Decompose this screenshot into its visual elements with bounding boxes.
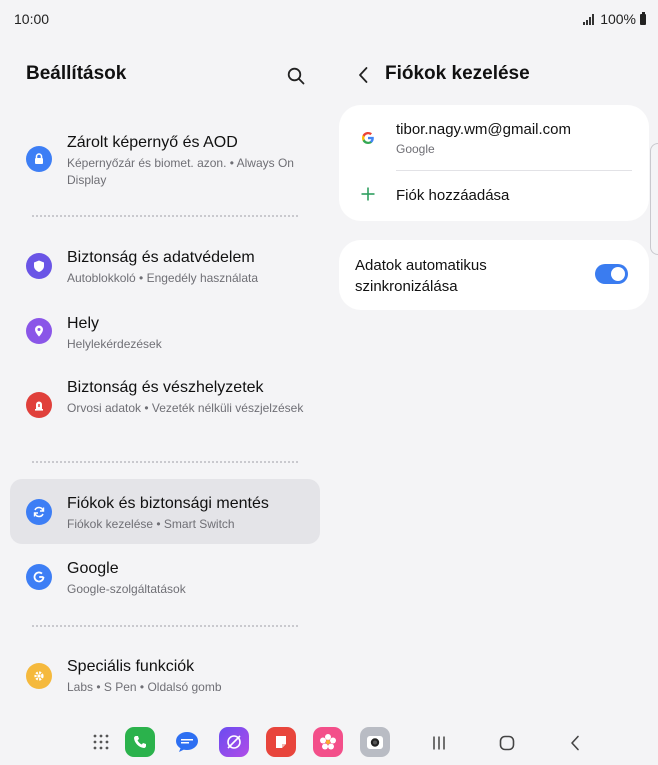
- battery-percent: 100%: [600, 11, 636, 27]
- apps-grid-button[interactable]: [86, 727, 116, 757]
- edge-panel-handle[interactable]: [650, 143, 658, 255]
- apps-grid-icon: [93, 734, 109, 750]
- settings-item-subtitle: Helylekérdezések: [67, 337, 162, 351]
- settings-item-subtitle: Orvosi adatok • Vezeték nélküli vészjelz…: [67, 401, 304, 415]
- settings-title: Beállítások: [26, 63, 127, 84]
- location-pin-icon: [26, 318, 52, 344]
- auto-sync-label: Adatok automatikus szinkronizálása: [355, 257, 487, 295]
- back-button[interactable]: [352, 64, 374, 86]
- settings-item-subtitle: Fiókok kezelése • Smart Switch: [67, 517, 235, 531]
- add-account-label: Fiók hozzáadása: [396, 187, 510, 204]
- status-bar: 10:00 100%: [0, 0, 658, 36]
- settings-item-subtitle: Google-szolgáltatások: [67, 582, 186, 596]
- settings-item-title: Fiókok és biztonsági mentés: [67, 495, 269, 512]
- status-time: 10:00: [14, 11, 50, 27]
- search-button[interactable]: [282, 62, 310, 90]
- lock-icon: [26, 146, 52, 172]
- nav-back-button[interactable]: [562, 730, 588, 756]
- settings-item-security-privacy[interactable]: Biztonság és adatvédelem Autoblokkoló • …: [10, 238, 320, 294]
- messages-icon: [176, 732, 198, 752]
- chevron-left-icon: [359, 67, 368, 83]
- settings-item-lock-screen[interactable]: Zárolt képernyő és AOD Képernyőzár és bi…: [10, 124, 320, 196]
- accounts-card: tibor.nagy.wm@gmail.com Google Fiók hozz…: [339, 105, 649, 221]
- camera-app[interactable]: [360, 727, 390, 757]
- home-icon: [499, 735, 515, 751]
- page-title: Fiókok kezelése: [385, 63, 530, 84]
- add-account-button[interactable]: Fiók hozzáadása: [339, 171, 649, 221]
- sync-icon: [26, 499, 52, 525]
- search-icon: [287, 67, 305, 85]
- settings-item-safety-emergency[interactable]: Biztonság és vészhelyzetek Orvosi adatok…: [10, 370, 320, 442]
- taskbar: [0, 722, 658, 765]
- status-icons: 100%: [583, 11, 646, 27]
- notes-app[interactable]: [266, 727, 296, 757]
- emergency-icon: [26, 392, 52, 418]
- home-button[interactable]: [494, 730, 520, 756]
- divider: [32, 215, 298, 217]
- divider: [32, 461, 298, 463]
- account-email: tibor.nagy.wm@gmail.com: [396, 121, 572, 138]
- settings-item-subtitle: Képernyőzár és biomet. azon. • Always On…: [67, 156, 294, 187]
- camera-icon: [367, 736, 383, 749]
- settings-item-advanced-features[interactable]: Speciális funkciók Labs • S Pen • Oldals…: [10, 648, 320, 704]
- google-logo-icon: [362, 132, 374, 144]
- settings-item-google[interactable]: Google Google-szolgáltatások: [10, 550, 320, 606]
- gallery-icon: [320, 734, 336, 750]
- settings-item-title: Biztonság és vészhelyzetek: [67, 379, 264, 396]
- recents-icon: [433, 736, 445, 750]
- auto-sync-card: Adatok automatikus szinkronizálása: [339, 240, 649, 310]
- settings-item-accounts-backup[interactable]: Fiókok és biztonsági mentés Fiókok kezel…: [10, 479, 320, 544]
- settings-item-title: Zárolt képernyő és AOD: [67, 134, 238, 151]
- back-icon: [571, 735, 579, 751]
- settings-item-title: Speciális funkciók: [67, 658, 195, 675]
- google-g-icon: [26, 564, 52, 590]
- plus-icon: [361, 187, 375, 201]
- notes-icon: [276, 736, 286, 748]
- phone-app[interactable]: [125, 727, 155, 757]
- auto-sync-toggle[interactable]: [595, 264, 628, 284]
- divider: [32, 625, 298, 627]
- settings-item-title: Biztonság és adatvédelem: [67, 249, 255, 266]
- battery-icon: [640, 11, 646, 25]
- recents-button[interactable]: [426, 730, 452, 756]
- settings-item-subtitle: Labs • S Pen • Oldalsó gomb: [67, 680, 222, 694]
- gear-icon: [26, 663, 52, 689]
- internet-app[interactable]: [219, 727, 249, 757]
- phone-icon: [134, 736, 146, 748]
- settings-item-title: Google: [67, 560, 119, 577]
- account-type: Google: [396, 142, 435, 156]
- internet-icon: [227, 735, 241, 749]
- account-row[interactable]: tibor.nagy.wm@gmail.com Google: [339, 105, 649, 171]
- signal-icon: [583, 13, 595, 25]
- settings-item-subtitle: Autoblokkoló • Engedély használata: [67, 271, 258, 285]
- shield-icon: [26, 253, 52, 279]
- messages-app[interactable]: [172, 727, 202, 757]
- settings-item-title: Hely: [67, 315, 100, 332]
- settings-item-location[interactable]: Hely Helylekérdezések: [10, 304, 320, 360]
- gallery-app[interactable]: [313, 727, 343, 757]
- toggle-knob: [611, 267, 625, 281]
